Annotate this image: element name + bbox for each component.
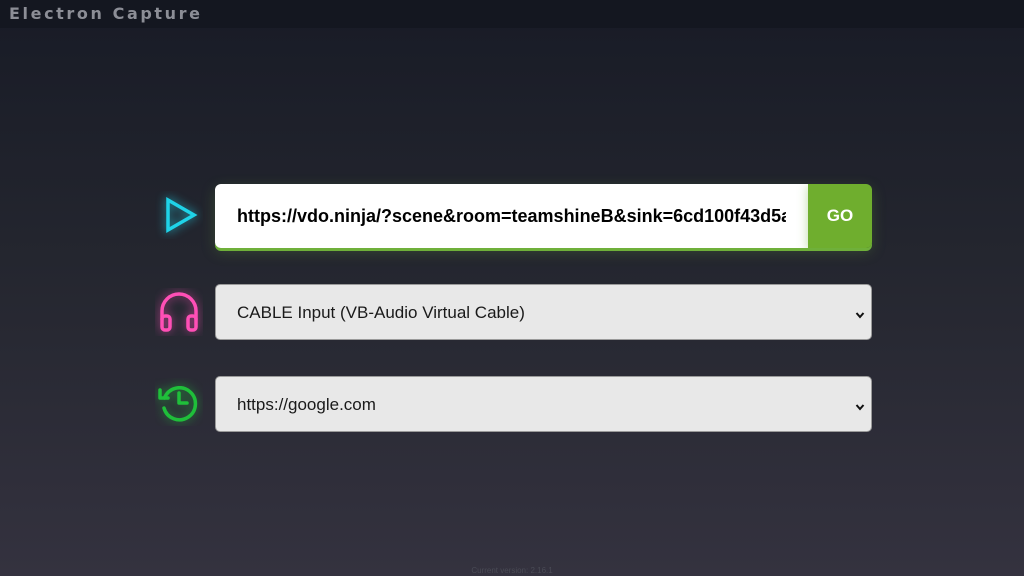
play-icon <box>155 191 203 239</box>
audio-device-selected: CABLE Input (VB-Audio Virtual Cable) <box>237 303 525 322</box>
url-row: GO <box>155 184 872 250</box>
app-title: Electron Capture <box>9 4 203 23</box>
history-select[interactable]: https://google.com <box>215 376 872 432</box>
chevron-down-icon <box>855 307 865 319</box>
headphones-icon <box>155 288 203 336</box>
history-selected: https://google.com <box>237 395 376 414</box>
audio-row: CABLE Input (VB-Audio Virtual Cable) <box>155 284 872 340</box>
url-input-group: GO <box>215 184 872 248</box>
version-label: Current version: 2.16.1 <box>471 566 553 575</box>
chevron-down-icon <box>855 399 865 411</box>
history-row: https://google.com <box>155 376 872 432</box>
history-icon <box>155 378 203 426</box>
go-button[interactable]: GO <box>808 184 872 248</box>
title-bar: Electron Capture <box>0 0 1024 28</box>
url-input[interactable] <box>215 184 808 248</box>
audio-device-select[interactable]: CABLE Input (VB-Audio Virtual Cable) <box>215 284 872 340</box>
